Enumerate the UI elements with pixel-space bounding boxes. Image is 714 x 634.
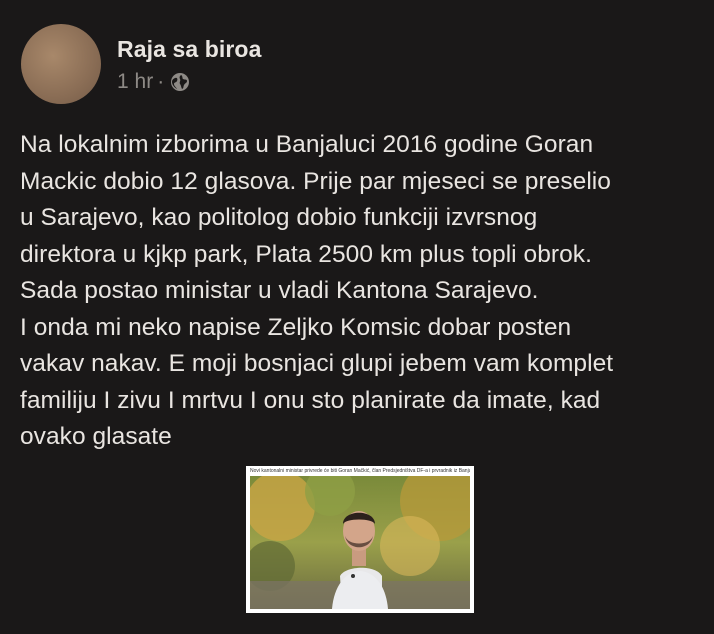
image-caption: Novi kantonalni ministar privrede će bit… [250, 468, 470, 474]
author-name[interactable]: Raja sa biroa [117, 36, 261, 63]
image-scene [250, 476, 470, 609]
globe-icon[interactable] [170, 72, 190, 92]
avatar[interactable] [21, 24, 101, 104]
post-card: Raja sa biroa 1 hr · Na lokalnim izborim… [0, 0, 714, 634]
post-meta: 1 hr · [117, 70, 190, 94]
post-image[interactable]: Novi kantonalni ministar privrede će bit… [246, 466, 474, 613]
post-text: Na lokalnim izborima u Banjaluci 2016 go… [20, 131, 614, 450]
meta-separator: · [157, 70, 165, 93]
post-timestamp[interactable]: 1 hr [117, 70, 153, 94]
